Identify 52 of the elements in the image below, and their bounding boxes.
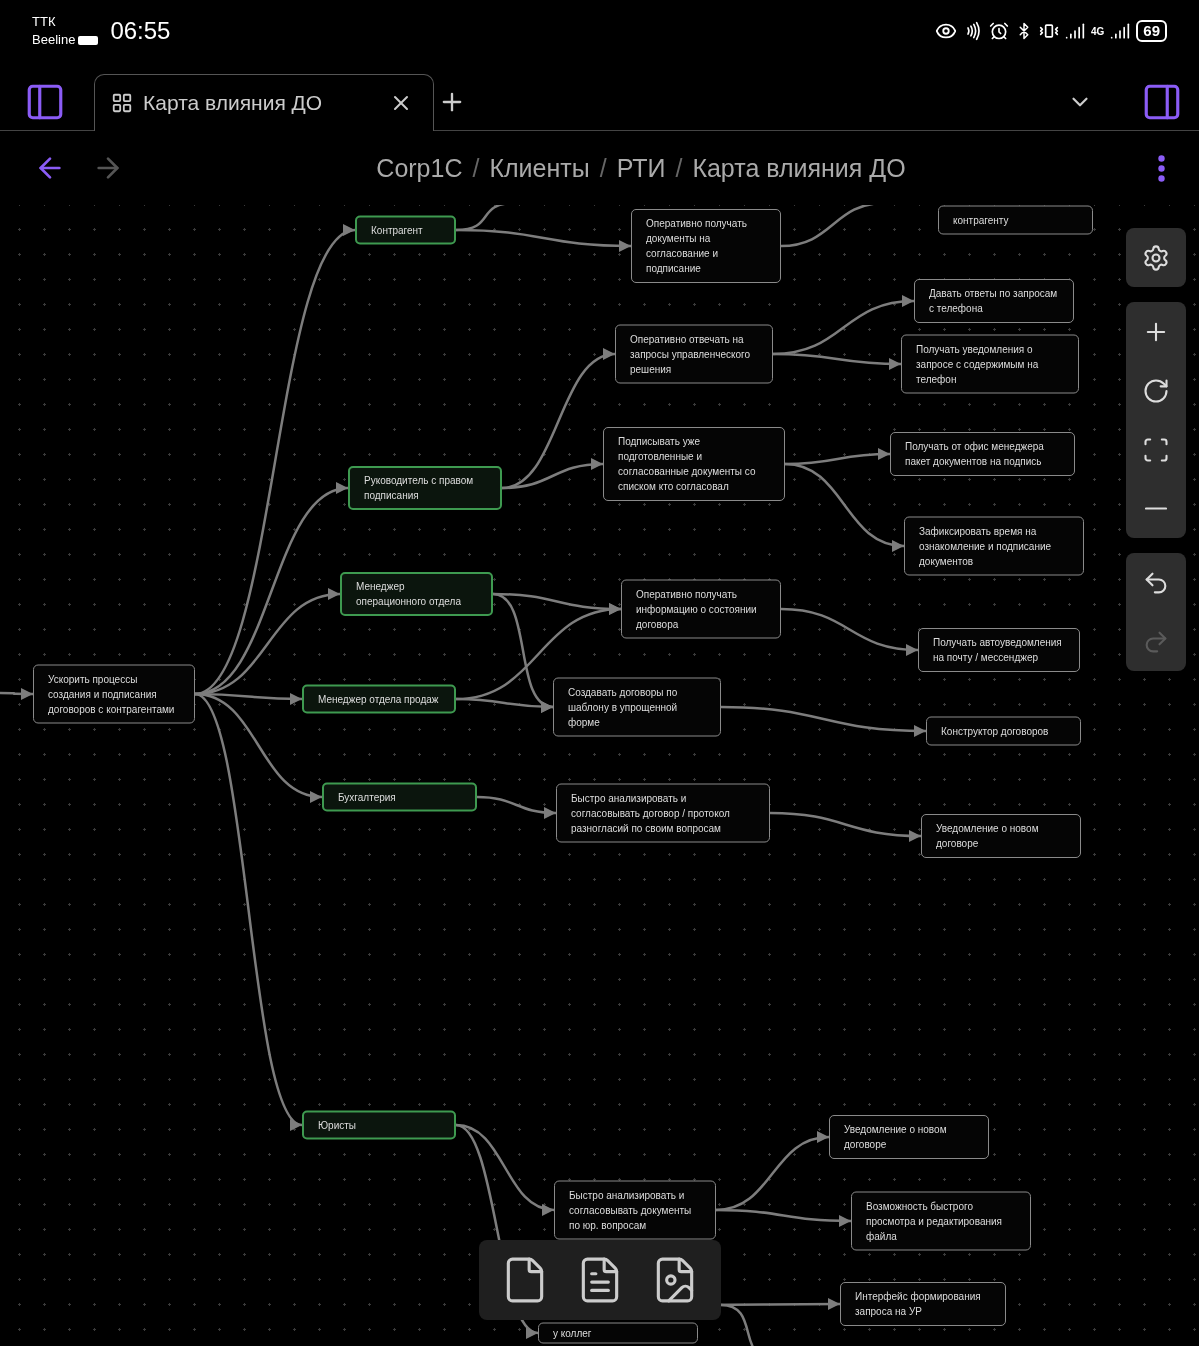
grid-icon	[111, 92, 133, 114]
need-node[interactable]: Быстро анализировать и согласовывать договор / протокол разногласий по своим вопросам	[556, 783, 770, 843]
need-node[interactable]: Давать ответы по запросам с телефона	[914, 279, 1074, 323]
breadcrumb-separator: /	[472, 153, 480, 183]
need-node[interactable]: Конструктор договоров	[926, 716, 1081, 746]
carrier-name: Beeline	[32, 31, 76, 49]
need-node[interactable]: у коллег	[538, 1322, 698, 1344]
battery-level: 69	[1136, 20, 1167, 42]
reset-view-icon	[1142, 376, 1170, 405]
network-type: 4G	[1090, 25, 1105, 37]
breadcrumb-separator: /	[599, 153, 607, 183]
connector-arrow	[0, 687, 33, 701]
carrier-name: ТТК	[32, 13, 57, 31]
tab-title: Карта влияния ДО	[143, 91, 324, 115]
need-node[interactable]: Получать от офис менеджера пакет документов на подпись	[890, 432, 1075, 476]
need-node[interactable]: Интерфейс формирования запроса на УР	[840, 1282, 1006, 1326]
alarm-icon	[988, 21, 1009, 41]
role-node[interactable]: Юристы	[302, 1110, 456, 1140]
role-node[interactable]: Контрагент	[355, 215, 456, 245]
signal-icon	[1110, 21, 1131, 41]
clock-time: 06:55	[110, 17, 171, 45]
goal-node[interactable]: Ускорить процессы создания и подписания договоров с контрагентами	[33, 664, 195, 724]
fit-view-icon	[1142, 435, 1170, 464]
signal-icon	[1064, 21, 1085, 41]
need-node[interactable]: Уведомление о новом договоре	[829, 1115, 989, 1159]
vibrate-icon	[1038, 21, 1059, 41]
need-node[interactable]: Возможность быстрого просмотра и редактирования файла	[851, 1191, 1031, 1251]
need-node[interactable]: Получать автоуведомления на почту / мессенджер	[918, 628, 1080, 672]
document-tab[interactable]: Карта влияния ДО	[94, 74, 434, 131]
need-node[interactable]: Быстро анализировать и согласовывать документы по юр. вопросам	[554, 1180, 716, 1240]
breadcrumb-link[interactable]: Corp1C	[376, 153, 463, 183]
more-icon	[1158, 154, 1165, 182]
role-node[interactable]: Менеджер операционного отдела	[340, 572, 493, 616]
need-node[interactable]: Оперативно получать документы на согласование и подписание	[631, 209, 781, 283]
need-node[interactable]: Оперативно получать информацию о состоянии договора	[621, 579, 781, 639]
need-node[interactable]: Подписывать уже подготовленные и согласованные документы со списком кто согласовал	[603, 427, 785, 501]
need-node[interactable]: Получать уведомления о запросе с содержимым на телефон	[901, 334, 1079, 394]
need-node[interactable]: Оперативно отвечать на запросы управленческого решения	[615, 324, 773, 384]
settings-icon	[1142, 243, 1170, 272]
role-node[interactable]: Руководитель с правом подписания	[348, 466, 502, 510]
breadcrumb-link[interactable]: РТИ	[616, 153, 666, 183]
need-node[interactable]: контрагенту	[938, 205, 1093, 235]
zoom-out-icon	[1145, 507, 1167, 510]
role-node[interactable]: Бухгалтерия	[322, 782, 477, 812]
need-node[interactable]: Зафиксировать время на ознакомление и подписание документов	[904, 516, 1084, 576]
breadcrumb-separator: /	[675, 153, 683, 183]
need-node[interactable]: Уведомление о новом договоре	[921, 814, 1081, 858]
breadcrumb-link[interactable]: Карта влияния ДО	[692, 153, 906, 183]
volte-icon	[78, 35, 99, 45]
need-node[interactable]: Создавать договоры по шаблону в упрощенной форме	[553, 677, 721, 737]
role-node[interactable]: Менеджер отдела продаж	[302, 684, 456, 714]
breadcrumb-link[interactable]: Клиенты	[489, 153, 590, 183]
